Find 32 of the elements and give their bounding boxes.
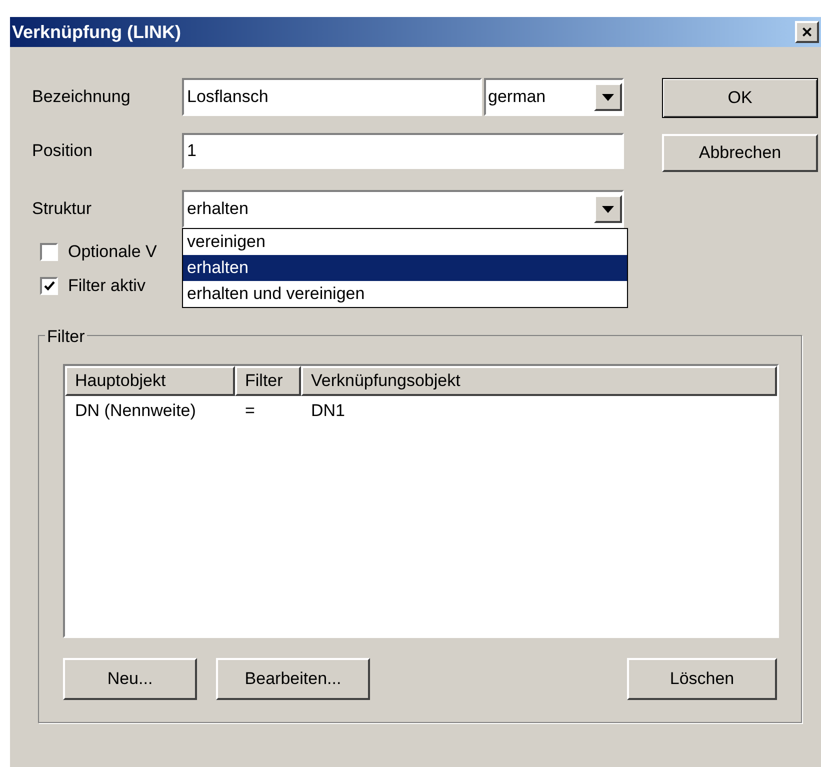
dropdown-arrow-icon — [602, 94, 614, 100]
dropdown-arrow-icon — [602, 206, 614, 212]
checkbox-label: Filter aktiv — [68, 275, 146, 298]
checkbox[interactable] — [40, 277, 58, 295]
field-label: Position — [32, 140, 94, 162]
table-cell: DN1 — [311, 401, 346, 420]
column-header[interactable]: Filter — [235, 366, 301, 396]
text-field[interactable]: Losflansch — [182, 78, 482, 116]
dropdown-button[interactable] — [594, 83, 622, 111]
field-label: Struktur — [32, 198, 93, 220]
text-field[interactable]: 1 — [182, 133, 624, 169]
table-cell: DN (Nennweite) — [75, 401, 196, 420]
window-title: Verknüpfung (LINK) — [12, 20, 181, 44]
cancel-button[interactable]: Abbrechen — [662, 134, 818, 172]
close-button[interactable]: × — [795, 21, 819, 43]
checkmark-icon — [44, 281, 54, 291]
ok-button[interactable]: OK — [662, 78, 818, 118]
column-header[interactable]: Verknüpfungsobjekt — [301, 366, 777, 396]
column-header[interactable]: Hauptobjekt — [65, 366, 235, 396]
dropdown-button[interactable] — [594, 195, 622, 223]
action-button[interactable]: Löschen — [627, 658, 777, 700]
dropdown-option[interactable]: erhalten — [183, 255, 627, 281]
struktur-dropdown[interactable]: erhalten — [182, 190, 624, 228]
action-button[interactable]: Bearbeiten... — [216, 658, 370, 700]
field-label: Bezeichnung — [32, 86, 132, 108]
dropdown-value: german — [488, 86, 546, 108]
checkbox-label: Optionale V — [68, 241, 157, 264]
table-cell: = — [245, 401, 255, 420]
action-button[interactable]: Neu... — [63, 658, 197, 700]
language-dropdown[interactable]: german — [484, 78, 624, 116]
dropdown-value: erhalten — [187, 198, 248, 220]
checkbox[interactable] — [40, 243, 58, 261]
